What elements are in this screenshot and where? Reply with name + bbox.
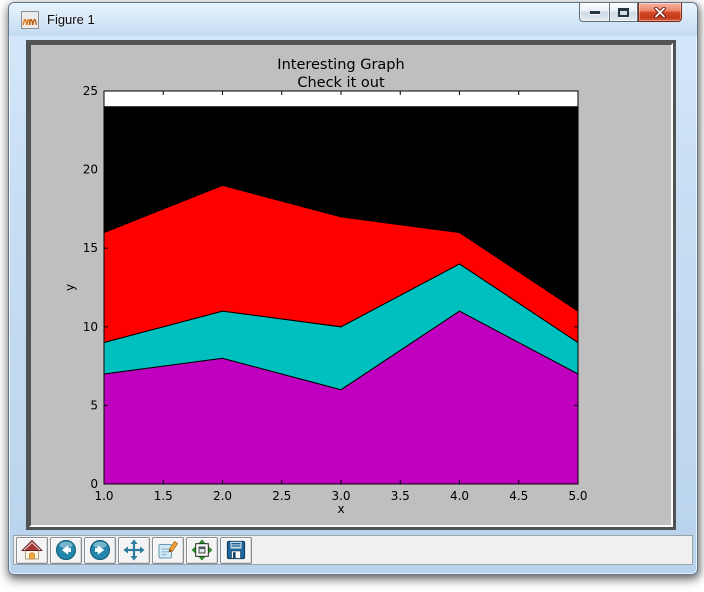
pan-button[interactable]	[118, 537, 150, 564]
subplots-icon	[191, 539, 213, 561]
chart-subtitle: Check it out	[297, 75, 385, 91]
forward-button[interactable]	[84, 537, 116, 564]
chart-title: Interesting Graph	[277, 57, 404, 73]
figure-canvas[interactable]: 1.0 1.5 2.0 2.5 3.0 3.5 4.0 4.5 5.0 0 5 10 15 20 25 Int…	[31, 45, 671, 525]
svg-text:3.5: 3.5	[391, 489, 410, 503]
forward-icon	[89, 539, 111, 561]
svg-text:2.5: 2.5	[272, 489, 291, 503]
svg-text:2.0: 2.0	[213, 489, 232, 503]
back-icon	[55, 539, 77, 561]
desktop: { "window": { "title": "Figure 1", "icon…	[0, 0, 704, 592]
save-button[interactable]	[220, 537, 252, 564]
svg-text:1.0: 1.0	[94, 489, 113, 503]
window-controls	[579, 3, 682, 22]
y-axis-label: y	[63, 284, 77, 291]
save-icon	[225, 539, 247, 561]
toolbar	[13, 535, 693, 565]
svg-text:25: 25	[83, 84, 98, 98]
figure-window: Figure 1 1.0 1.5 2.0 2.5 3.0 3.5 4.0 4.5 5.0 0 5 10…	[8, 2, 698, 575]
pan-icon	[123, 539, 145, 561]
svg-text:0: 0	[90, 477, 98, 491]
titlebar[interactable]: Figure 1	[9, 3, 697, 36]
svg-text:5: 5	[90, 398, 98, 412]
x-axis-label: x	[337, 502, 344, 516]
zoom-icon	[157, 539, 179, 561]
figure-canvas-frame: 1.0 1.5 2.0 2.5 3.0 3.5 4.0 4.5 5.0 0 5 10 15 20 25 Int…	[26, 40, 676, 530]
svg-text:15: 15	[83, 241, 98, 255]
svg-text:5.0: 5.0	[568, 489, 587, 503]
matplotlib-logo-icon	[21, 11, 39, 29]
svg-text:1.5: 1.5	[154, 489, 173, 503]
zoom-button[interactable]	[152, 537, 184, 564]
configure-subplots-button[interactable]	[186, 537, 218, 564]
client-area: 1.0 1.5 2.0 2.5 3.0 3.5 4.0 4.5 5.0 0 5 10 15 20 25 Int…	[9, 36, 697, 574]
svg-text:4.0: 4.0	[450, 489, 469, 503]
minimize-icon	[590, 11, 600, 14]
close-button[interactable]	[638, 3, 682, 22]
window-title: Figure 1	[47, 12, 95, 27]
maximize-icon	[618, 8, 629, 17]
svg-text:10: 10	[83, 320, 98, 334]
svg-text:4.5: 4.5	[509, 489, 528, 503]
close-icon	[653, 7, 667, 18]
home-icon	[21, 539, 43, 561]
svg-text:20: 20	[83, 163, 98, 177]
maximize-button[interactable]	[609, 3, 638, 22]
home-button[interactable]	[16, 537, 48, 564]
minimize-button[interactable]	[579, 3, 609, 22]
svg-text:3.0: 3.0	[331, 489, 350, 503]
back-button[interactable]	[50, 537, 82, 564]
